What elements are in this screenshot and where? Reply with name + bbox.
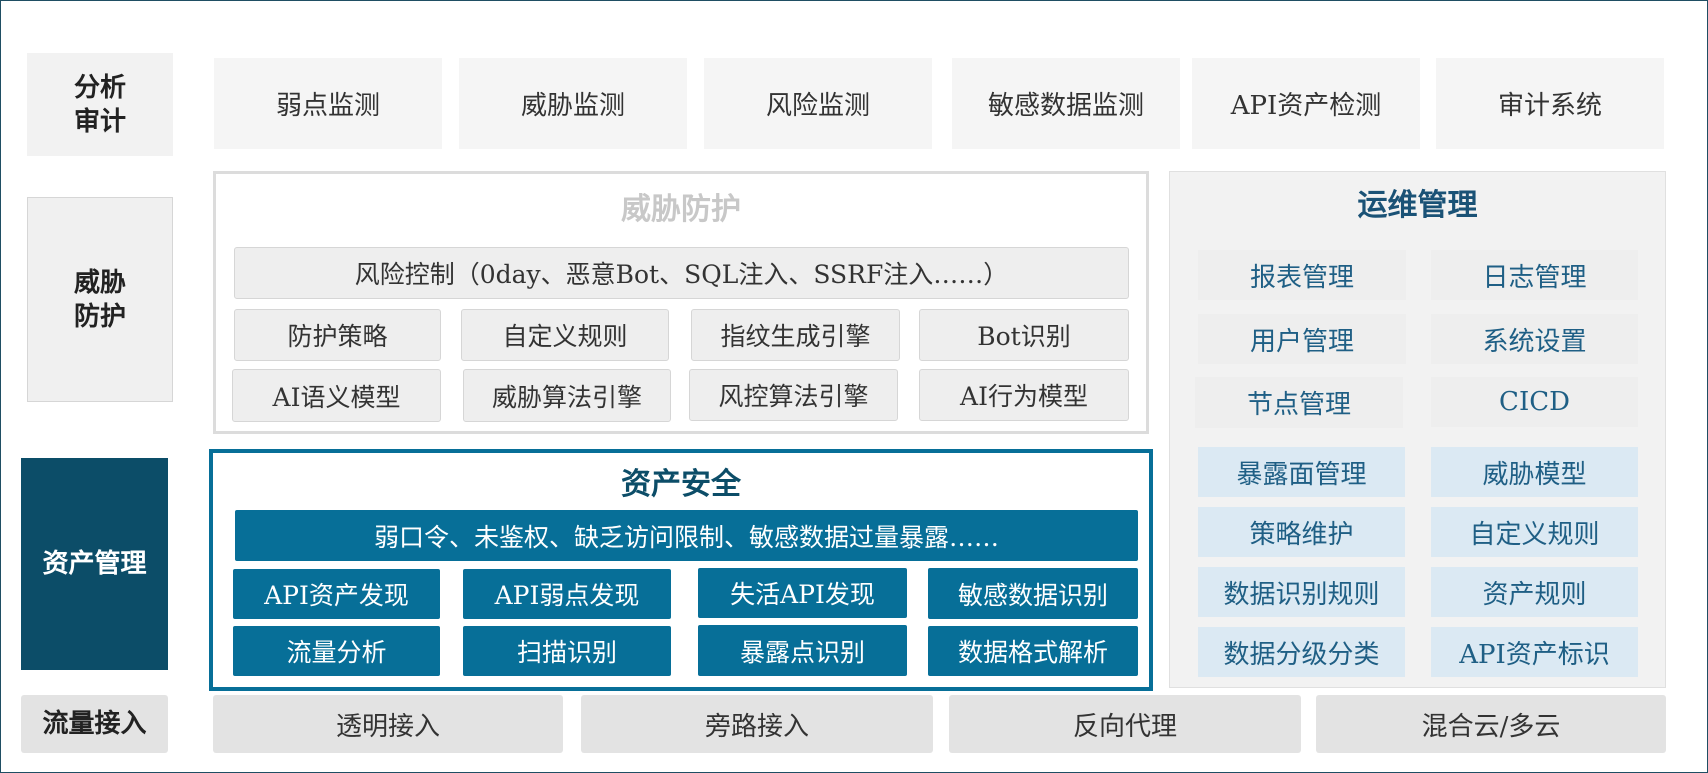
row-label-threat-line2: 防护 — [73, 301, 126, 332]
asset-banner: 弱口令、未鉴权、缺乏访问限制、敏感数据过量暴露…… — [235, 510, 1138, 561]
asset-panel-title: 资产安全 — [621, 467, 741, 502]
asset-item: 流量分析 — [233, 626, 440, 676]
analysis-item: 敏感数据监测 — [952, 58, 1180, 149]
ops-item: 用户管理 — [1198, 314, 1406, 364]
analysis-item: 弱点监测 — [214, 58, 442, 149]
ops-item: 数据识别规则 — [1198, 567, 1405, 617]
ops-panel-title: 运维管理 — [1357, 188, 1478, 223]
asset-item: 暴露点识别 — [698, 625, 907, 676]
asset-item: 失活API发现 — [698, 568, 907, 618]
row-label-analysis-line1: 分析 — [73, 72, 126, 103]
threat-item: AI行为模型 — [919, 369, 1129, 421]
threat-item: AI语义模型 — [232, 369, 441, 422]
ops-item: 数据分级分类 — [1198, 627, 1405, 677]
row-label-analysis-line2: 审计 — [73, 106, 126, 137]
ops-item: 威胁模型 — [1431, 447, 1638, 497]
ops-item: 报表管理 — [1198, 250, 1406, 300]
ops-item: 暴露面管理 — [1198, 447, 1405, 497]
threat-item: Bot识别 — [919, 309, 1129, 361]
asset-item: 扫描识别 — [463, 626, 671, 676]
ops-item: 节点管理 — [1195, 377, 1403, 428]
analysis-item: API资产检测 — [1192, 58, 1420, 149]
asset-item: 敏感数据识别 — [928, 568, 1138, 619]
ops-item: 策略维护 — [1198, 507, 1405, 557]
row-label-asset: 资产管理 — [21, 458, 168, 670]
ops-item: 自定义规则 — [1431, 507, 1638, 557]
flow-item: 混合云/多云 — [1316, 695, 1666, 753]
threat-item: 威胁算法引擎 — [463, 369, 671, 422]
asset-item: API弱点发现 — [463, 569, 671, 619]
row-label-threat-line1: 威胁 — [73, 267, 126, 298]
analysis-item: 审计系统 — [1436, 58, 1664, 149]
ops-item: API资产标识 — [1431, 627, 1638, 677]
architecture-diagram: 分析 审计 威胁 防护 资产管理 流量接入 弱点监测 威胁监测 风险监测 敏感数… — [0, 0, 1708, 773]
ops-item: 资产规则 — [1431, 567, 1638, 617]
flow-item: 旁路接入 — [581, 695, 933, 753]
flow-item: 反向代理 — [949, 695, 1301, 753]
row-label-asset-text: 资产管理 — [42, 549, 147, 579]
threat-item: 防护策略 — [234, 309, 441, 361]
ops-item: 系统设置 — [1431, 314, 1638, 364]
asset-item: 数据格式解析 — [928, 626, 1138, 676]
row-label-analysis: 分析 审计 — [27, 53, 173, 156]
row-label-flow-text: 流量接入 — [42, 709, 147, 739]
analysis-item: 威胁监测 — [459, 58, 687, 149]
flow-item: 透明接入 — [213, 695, 563, 753]
ops-item: 日志管理 — [1431, 250, 1638, 300]
threat-item: 风控算法引擎 — [689, 369, 898, 421]
threat-panel-title: 威胁防护 — [621, 192, 741, 227]
threat-item: 指纹生成引擎 — [691, 309, 900, 361]
row-label-flow: 流量接入 — [21, 695, 168, 753]
threat-item: 自定义规则 — [461, 309, 669, 361]
analysis-item: 风险监测 — [704, 58, 932, 149]
asset-item: API资产发现 — [233, 569, 440, 619]
ops-item: CICD — [1431, 377, 1638, 427]
threat-banner: 风险控制（0day、恶意Bot、SQL注入、SSRF注入……） — [234, 247, 1129, 299]
row-label-threat: 威胁 防护 — [27, 197, 173, 402]
